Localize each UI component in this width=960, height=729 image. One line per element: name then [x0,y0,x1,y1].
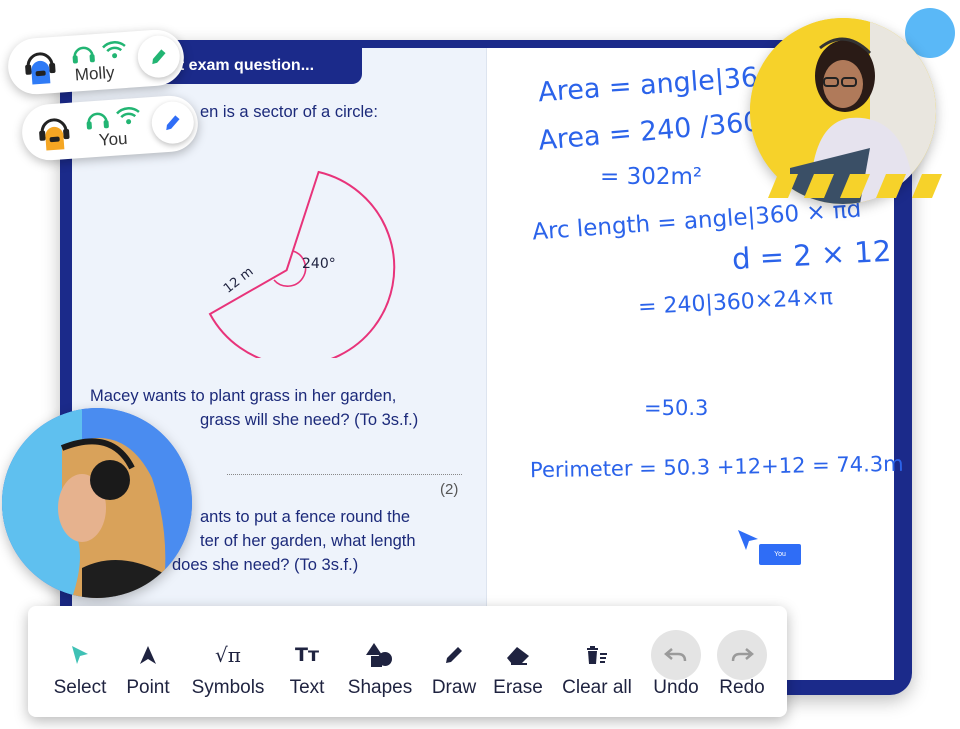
tool-label: Shapes [347,677,413,698]
pencil-icon [152,49,166,65]
answer-line[interactable] [227,474,462,475]
tool-label: Clear all [562,677,632,698]
clear-all-icon [572,630,622,680]
tool-redo[interactable]: Redo [712,606,772,717]
part-a-line1: Macey wants to plant grass in her garden… [90,387,397,405]
pencil-icon [166,115,180,131]
decor-yellow-stripes [758,168,958,204]
tool-label: Point [126,677,170,698]
avatar [39,118,70,151]
part-b-line2: ter of her garden, what length [200,532,416,550]
tool-label: Redo [719,677,765,698]
tool-shapes[interactable]: Shapes [342,606,418,717]
select-arrow-icon [55,630,105,680]
headset-icon [72,46,95,64]
angle-arc [273,250,307,287]
tool-label: Text [289,677,325,698]
headset-icon [86,112,109,130]
avatar [25,52,56,85]
symbols-icon: √π [215,643,241,667]
toolbar: Select Point √π Symbols Tт Text Shapes D… [28,606,787,717]
tool-label: Select [53,677,107,698]
tool-label: Draw [431,677,477,698]
angle-label: 240° [302,256,336,272]
student-video-image [2,408,192,598]
redo-icon [717,630,767,680]
tool-symbols[interactable]: √π Symbols [182,606,274,717]
eraser-icon [493,630,543,680]
wifi-icon [116,107,140,125]
tool-select[interactable]: Select [42,606,118,717]
text-icon: Tт [295,644,319,666]
part-b-line3: does she need? (To 3s.f.) [172,556,359,574]
student-video [2,408,192,598]
tool-clear-all[interactable]: Clear all [554,606,640,717]
pencil-button[interactable] [136,34,182,80]
tool-label: Undo [653,677,699,698]
pencil-button[interactable] [150,100,196,146]
part-a-line2: grass will she need? (To 3s.f.) [200,411,419,429]
undo-icon [651,630,701,680]
shapes-icon [355,630,405,680]
user-name: Molly [74,62,116,85]
user-name: You [98,128,129,150]
pencil-icon [429,630,479,680]
tool-text[interactable]: Tт Text [278,606,336,717]
tool-label: Symbols [191,677,265,698]
marks-label: (2) [440,481,459,498]
tool-point[interactable]: Point [116,606,180,717]
point-arrow-icon [123,630,173,680]
tool-label: Erase [493,677,543,698]
tool-draw[interactable]: Draw [424,606,484,717]
question-intro: en is a sector of a circle: [200,103,378,121]
part-b-line1: ants to put a fence round the [200,508,411,526]
tool-undo[interactable]: Undo [646,606,706,717]
cursor-label: You [759,544,801,565]
tool-erase[interactable]: Erase [488,606,548,717]
wifi-icon [102,41,126,59]
